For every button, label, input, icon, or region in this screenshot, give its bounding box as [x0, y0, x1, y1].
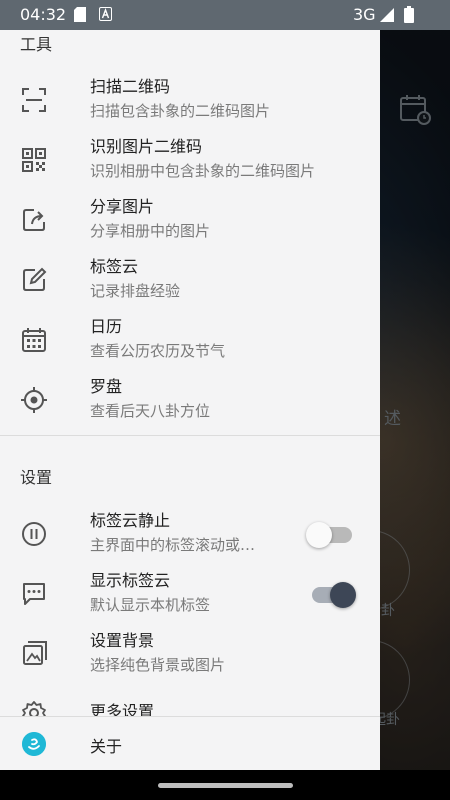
share-icon [23, 209, 45, 231]
home-gesture-handle[interactable] [158, 783, 293, 788]
app-logo-icon [22, 732, 46, 756]
menu-item-show-tag-cloud[interactable]: 显示标签云 默认显示本机标签 [0, 564, 380, 624]
section-divider [0, 435, 380, 436]
navigation-bar [0, 770, 450, 800]
menu-item-subtitle: 默认显示本机标签 [90, 596, 211, 614]
menu-item-tag-cloud[interactable]: 标签云 记录排盘经验 [0, 250, 380, 310]
menu-item-calendar[interactable]: 日历 查看公历农历及节气 [0, 310, 380, 370]
menu-item-subtitle: 查看公历农历及节气 [90, 342, 226, 360]
menu-item-subtitle: 分享相册中的图片 [90, 222, 211, 240]
signal-icon [380, 8, 394, 22]
menu-item-title: 日历 [90, 317, 123, 336]
sd-card-icon [74, 7, 86, 22]
chat-bubble-icon [23, 583, 45, 605]
compass-target-icon [21, 387, 47, 413]
calendar-icon [22, 328, 46, 352]
battery-icon [404, 6, 414, 23]
menu-item-subtitle: 选择纯色背景或图片 [90, 656, 226, 674]
menu-item-title: 显示标签云 [90, 571, 171, 590]
tag-cloud-static-toggle[interactable] [306, 522, 352, 548]
status-bar: 04:32 3G [0, 0, 450, 30]
menu-item-title: 扫描二维码 [90, 77, 171, 96]
about-item[interactable]: 关于 [0, 716, 380, 770]
navigation-drawer: 工具 扫描二维码 扫描包含卦象的二维码图片 识别图片二维码 识别相册中包含卦象的… [0, 30, 380, 770]
qr-code-icon [22, 148, 46, 172]
menu-item-subtitle: 主界面中的标签滚动或… [90, 536, 256, 554]
menu-item-scan-qr[interactable]: 扫描二维码 扫描包含卦象的二维码图片 [0, 70, 380, 130]
menu-item-subtitle: 查看后天八卦方位 [90, 402, 211, 420]
tools-section-title: 工具 [20, 35, 53, 54]
menu-item-subtitle: 扫描包含卦象的二维码图片 [90, 102, 271, 120]
scan-frame-icon [22, 88, 46, 112]
menu-item-title: 识别图片二维码 [90, 137, 203, 156]
edit-note-icon [23, 267, 47, 291]
status-time: 04:32 [20, 5, 67, 24]
menu-item-share-image[interactable]: 分享图片 分享相册中的图片 [0, 190, 380, 250]
image-icon [23, 641, 47, 665]
text-app-icon [99, 7, 112, 21]
menu-item-title: 设置背景 [90, 631, 155, 650]
pause-circle-icon [22, 522, 46, 546]
menu-item-compass[interactable]: 罗盘 查看后天八卦方位 [0, 370, 380, 430]
menu-item-tag-cloud-static[interactable]: 标签云静止 主界面中的标签滚动或… [0, 504, 380, 564]
menu-item-subtitle: 识别相册中包含卦象的二维码图片 [90, 162, 316, 180]
settings-section-title: 设置 [20, 468, 53, 487]
menu-item-title: 标签云静止 [90, 511, 171, 530]
menu-item-set-background[interactable]: 设置背景 选择纯色背景或图片 [0, 624, 380, 684]
menu-item-title: 分享图片 [90, 197, 155, 216]
menu-item-subtitle: 记录排盘经验 [90, 282, 181, 300]
menu-item-recognize-qr[interactable]: 识别图片二维码 识别相册中包含卦象的二维码图片 [0, 130, 380, 190]
menu-item-title: 罗盘 [90, 377, 123, 396]
menu-item-title: 标签云 [90, 257, 139, 276]
about-label: 关于 [90, 737, 123, 756]
network-type: 3G [353, 5, 376, 24]
show-tag-cloud-toggle[interactable] [312, 582, 356, 608]
